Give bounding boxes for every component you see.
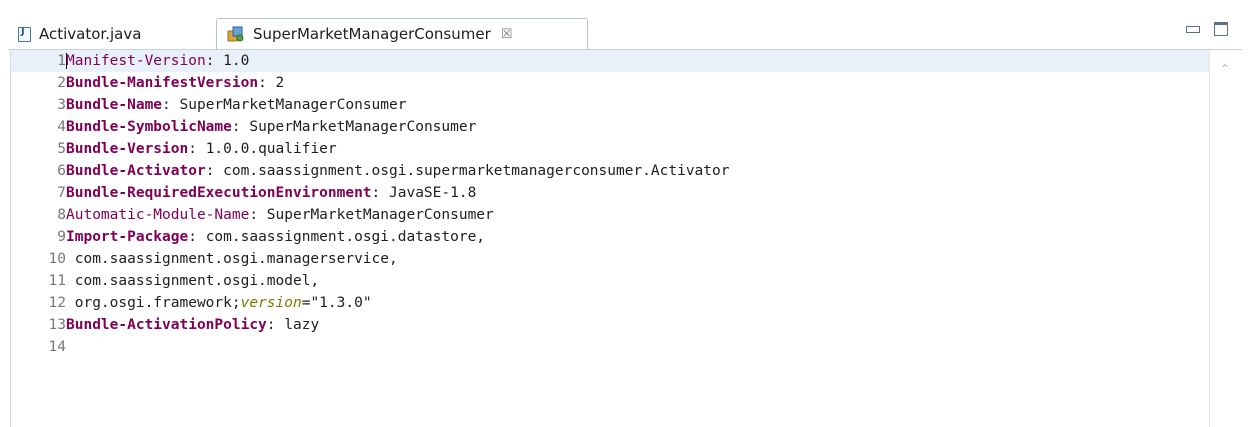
header-separator: : (188, 141, 206, 157)
line-number: 4 (57, 119, 66, 135)
window-controls (1186, 22, 1228, 36)
manifest-header-key: Bundle-Activator (66, 163, 206, 179)
attribute-value: ="1.3.0" (301, 295, 372, 311)
line-number: 3 (57, 97, 66, 113)
manifest-header-value: lazy (284, 317, 320, 333)
manifest-header-value: 1.0 (223, 53, 250, 69)
manifest-header-value: JavaSE-1.8 (389, 185, 477, 201)
manifest-header-value: SuperMarketManagerConsumer (179, 97, 407, 113)
code-line[interactable]: 4Bundle-SymbolicName: SuperMarketManager… (11, 116, 1211, 138)
code-line[interactable]: 9Import-Package: com.saassignment.osgi.d… (11, 226, 1211, 248)
header-separator: : (371, 185, 390, 201)
manifest-header-key: Manifest-Version (66, 53, 206, 69)
header-separator: : (162, 97, 180, 113)
manifest-header-value: com.saassignment.osgi.managerservice, (66, 251, 398, 267)
manifest-header-value: SuperMarketManagerConsumer (266, 207, 494, 223)
line-number: 11 (48, 273, 66, 289)
manifest-header-value: org.osgi.framework; (66, 295, 241, 311)
manifest-editor: Activator.java SuperMarketManagerConsume… (0, 0, 1248, 427)
line-number: 8 (57, 207, 66, 223)
code-line[interactable]: 8Automatic-Module-Name: SuperMarketManag… (11, 204, 1211, 226)
code-line[interactable]: 14 (11, 336, 1211, 358)
plugin-manifest-icon (227, 25, 245, 43)
manifest-header-key: Bundle-RequiredExecutionEnvironment (66, 185, 372, 201)
manifest-header-key: Bundle-Version (66, 141, 189, 157)
maximize-icon[interactable] (1214, 22, 1228, 36)
line-number: 12 (48, 295, 66, 311)
code-line[interactable]: 5Bundle-Version: 1.0.0.qualifier (11, 138, 1211, 160)
manifest-header-value: SuperMarketManagerConsumer (249, 119, 477, 135)
manifest-header-key: Bundle-SymbolicName (66, 119, 232, 135)
minimize-icon[interactable] (1186, 25, 1200, 33)
code-line[interactable]: 10 com.saassignment.osgi.managerservice, (11, 248, 1211, 270)
line-number: 5 (57, 141, 66, 157)
line-number: 13 (48, 317, 66, 333)
header-separator: : (249, 207, 267, 223)
manifest-header-key: Bundle-ActivationPolicy (66, 317, 267, 333)
header-separator: : (258, 75, 276, 91)
line-number: 9 (57, 229, 66, 245)
code-line[interactable]: 11 com.saassignment.osgi.model, (11, 270, 1211, 292)
code-line[interactable]: 7Bundle-RequiredExecutionEnvironment: Ja… (11, 182, 1211, 204)
code-line[interactable]: 2Bundle-ManifestVersion: 2 (11, 72, 1211, 94)
code-line[interactable]: 1Manifest-Version: 1.0 (11, 50, 1211, 72)
header-separator: : (205, 163, 224, 179)
line-number: 1 (57, 53, 66, 69)
header-separator: : (205, 53, 224, 69)
line-number: 10 (48, 251, 66, 267)
manifest-header-key: Automatic-Module-Name (66, 207, 250, 223)
tab-label: SuperMarketManagerConsumer (253, 25, 491, 43)
attribute-key: version (240, 295, 302, 311)
vertical-scrollbar[interactable]: ⌃ (1209, 50, 1248, 427)
tab-label: Activator.java (39, 25, 142, 43)
code-line[interactable]: 3Bundle-Name: SuperMarketManagerConsumer (11, 94, 1211, 116)
manifest-header-value: com.saassignment.osgi.model, (66, 273, 320, 289)
line-number: 7 (57, 185, 66, 201)
code-line[interactable]: 12 org.osgi.framework;version="1.3.0" (11, 292, 1211, 314)
code-line[interactable]: 13Bundle-ActivationPolicy: lazy (11, 314, 1211, 336)
header-separator: : (188, 229, 206, 245)
manifest-header-key: Import-Package (66, 229, 189, 245)
code-area[interactable]: 1Manifest-Version: 1.0 2Bundle-ManifestVe… (10, 50, 1211, 427)
manifest-header-value: com.saassignment.osgi.datastore, (205, 229, 486, 245)
code-line[interactable]: 6Bundle-Activator: com.saassignment.osgi… (11, 160, 1211, 182)
manifest-header-value: com.saassignment.osgi.supermarketmanager… (223, 163, 730, 179)
line-number: 6 (57, 163, 66, 179)
close-icon[interactable]: ☒ (501, 27, 513, 42)
java-file-icon (18, 26, 31, 42)
header-separator: : (266, 317, 285, 333)
line-number: 2 (57, 75, 66, 91)
editor-tab-bar: Activator.java SuperMarketManagerConsume… (0, 0, 1248, 50)
tab-activator-java[interactable]: Activator.java (10, 18, 200, 50)
line-number: 14 (48, 339, 66, 355)
manifest-header-key: Bundle-Name (66, 97, 163, 113)
header-separator: : (231, 119, 250, 135)
manifest-header-key: Bundle-ManifestVersion (66, 75, 259, 91)
tab-supermarket-manager-consumer[interactable]: SuperMarketManagerConsumer ☒ (216, 18, 588, 50)
manifest-header-value: 2 (275, 75, 285, 91)
scroll-up-icon[interactable]: ⌃ (1220, 62, 1230, 76)
manifest-header-value: 1.0.0.qualifier (205, 141, 337, 157)
